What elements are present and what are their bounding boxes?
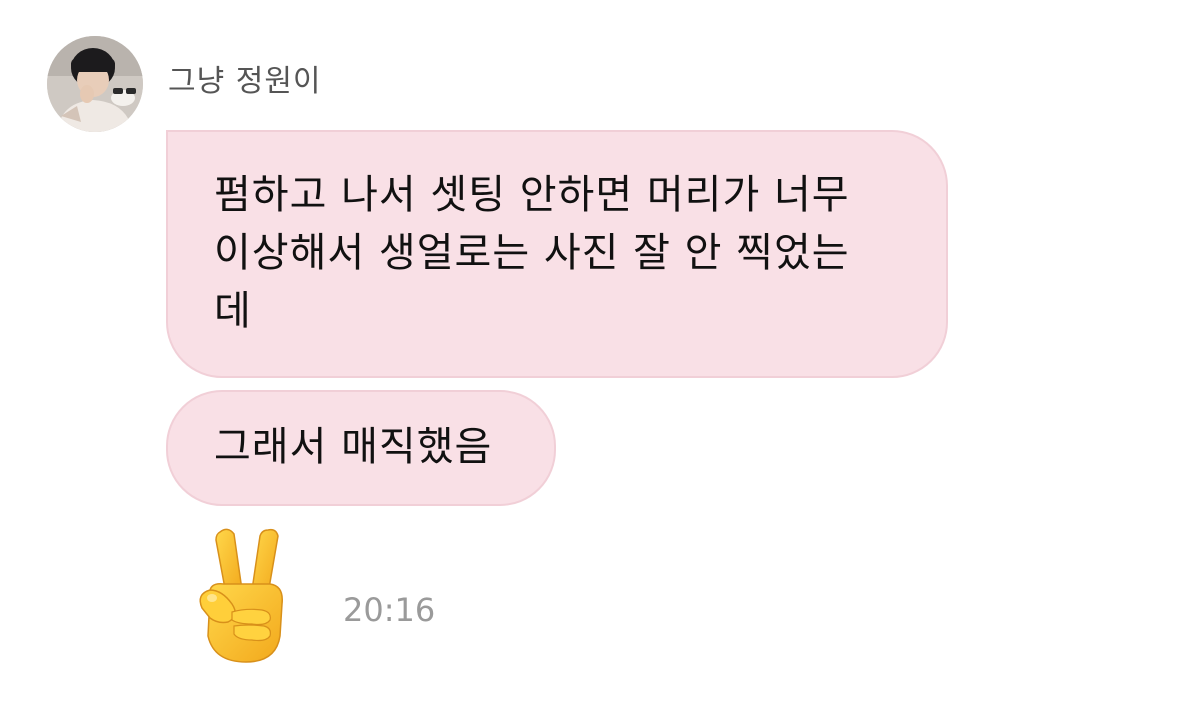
emoji-graphic	[199, 528, 283, 663]
sender-name: 그냥 정원이	[168, 64, 322, 99]
chat-thread: 그냥 정원이 펌하고 나서 셋팅 안하면 머리가 너무 이상해서 생얼로는 사진…	[0, 0, 1199, 720]
message-bubble[interactable]: 펌하고 나서 셋팅 안하면 머리가 너무 이상해서 생얼로는 사진 잘 안 찍었…	[166, 130, 948, 378]
profile-photo-icon	[47, 36, 143, 132]
message-bubble[interactable]: 그래서 매직했음	[166, 390, 556, 506]
message-timestamp: 20:16	[343, 591, 436, 629]
victory-hand-icon[interactable]	[192, 524, 292, 666]
avatar[interactable]	[47, 36, 143, 132]
